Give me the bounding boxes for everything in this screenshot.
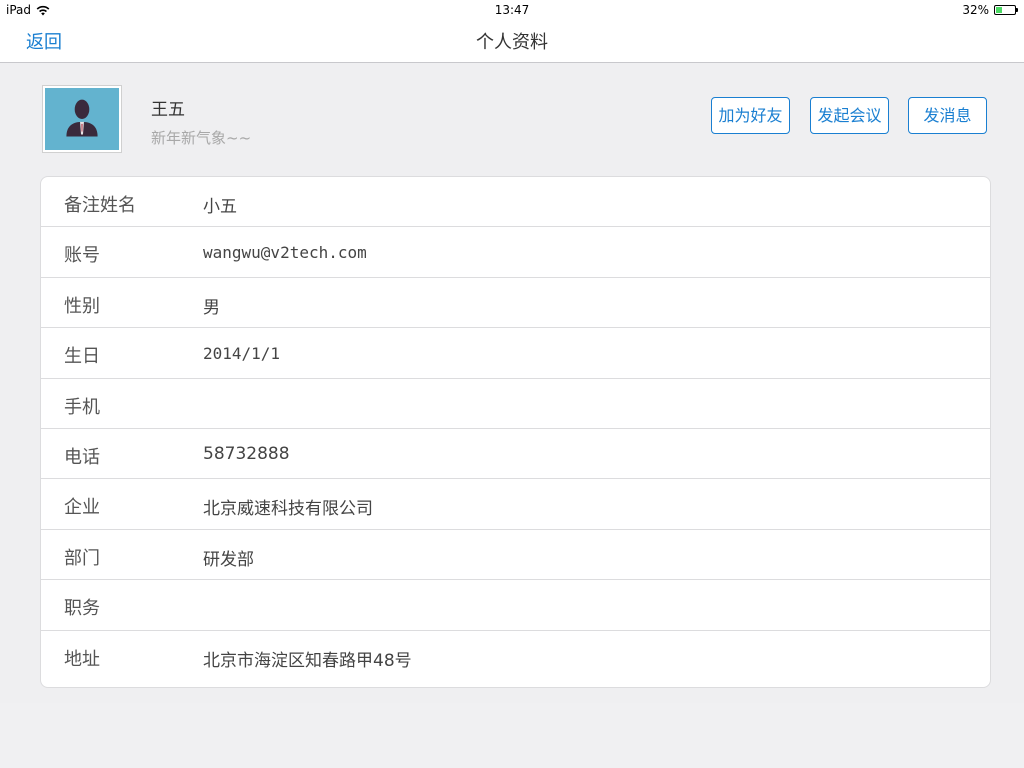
info-row-birthday: 生日 2014/1/1 <box>41 328 990 379</box>
info-value: 男 <box>203 297 220 318</box>
info-value: wangwu@v2tech.com <box>203 243 367 263</box>
battery-icon <box>994 5 1018 15</box>
info-label: 手机 <box>64 396 100 418</box>
info-row-account: 账号 wangwu@v2tech.com <box>41 227 990 278</box>
info-row-gender: 性别 男 <box>41 278 990 329</box>
profile-name: 王五 <box>151 100 185 120</box>
info-row-company: 企业 北京威速科技有限公司 <box>41 479 990 530</box>
info-value: 小五 <box>203 197 237 217</box>
battery-percent: 32% <box>962 3 989 17</box>
person-silhouette-icon <box>66 99 98 137</box>
profile-signature: 新年新气象~~ <box>151 129 252 147</box>
page-title: 个人资料 <box>476 32 548 53</box>
info-label: 账号 <box>64 245 100 267</box>
info-label: 部门 <box>64 547 100 569</box>
battery-fill <box>996 7 1002 13</box>
add-friend-button[interactable]: 加为好友 <box>711 97 790 134</box>
status-time: 13:47 <box>494 3 530 17</box>
info-label: 性别 <box>64 295 100 317</box>
start-meeting-button[interactable]: 发起会议 <box>810 97 889 134</box>
info-label: 生日 <box>64 346 100 368</box>
info-label: 职务 <box>64 598 100 620</box>
info-value: 2014/1/1 <box>203 344 281 364</box>
profile-header: 王五 新年新气象~~ 加为好友 发起会议 发消息 <box>0 63 1024 173</box>
info-label: 电话 <box>64 446 100 468</box>
info-value: 北京威速科技有限公司 <box>203 499 373 520</box>
info-label: 企业 <box>64 497 100 519</box>
status-bar: iPad 13:47 32% <box>0 0 1024 20</box>
info-row-mobile: 手机 <box>41 379 990 429</box>
avatar[interactable] <box>42 85 122 153</box>
info-row-phone[interactable]: 电话 58732888 <box>41 429 990 480</box>
info-value: 58732888 <box>203 443 290 464</box>
info-value: 研发部 <box>203 549 254 570</box>
content-area: 王五 新年新气象~~ 加为好友 发起会议 发消息 备注姓名 小五 账号 wang… <box>0 63 1024 703</box>
info-row-position: 职务 <box>41 580 990 631</box>
info-label: 备注姓名 <box>64 195 136 216</box>
info-label: 地址 <box>64 648 100 670</box>
status-right: 32% <box>962 3 1018 17</box>
info-value: 北京市海淀区知春路甲48号 <box>203 650 412 671</box>
send-message-button[interactable]: 发消息 <box>908 97 987 134</box>
avatar-image <box>45 88 119 150</box>
info-row-department: 部门 研发部 <box>41 530 990 581</box>
navigation-bar: 返回 个人资料 <box>0 20 1024 63</box>
info-row-address: 地址 北京市海淀区知春路甲48号 <box>41 631 990 681</box>
profile-info-card: 备注姓名 小五 账号 wangwu@v2tech.com 性别 男 生日 201… <box>40 176 991 688</box>
info-row-remark-name[interactable]: 备注姓名 小五 <box>41 177 990 228</box>
